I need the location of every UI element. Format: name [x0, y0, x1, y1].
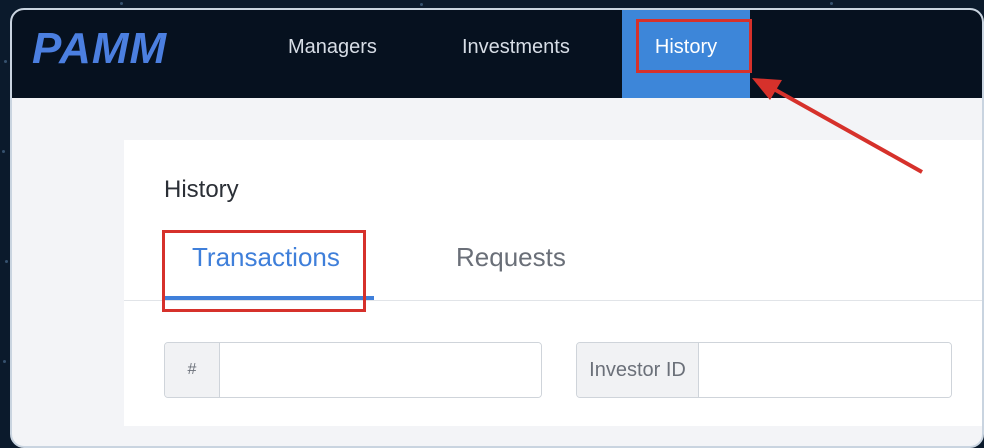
annotation-arrow	[752, 78, 923, 174]
arrow-shaft	[771, 86, 923, 174]
